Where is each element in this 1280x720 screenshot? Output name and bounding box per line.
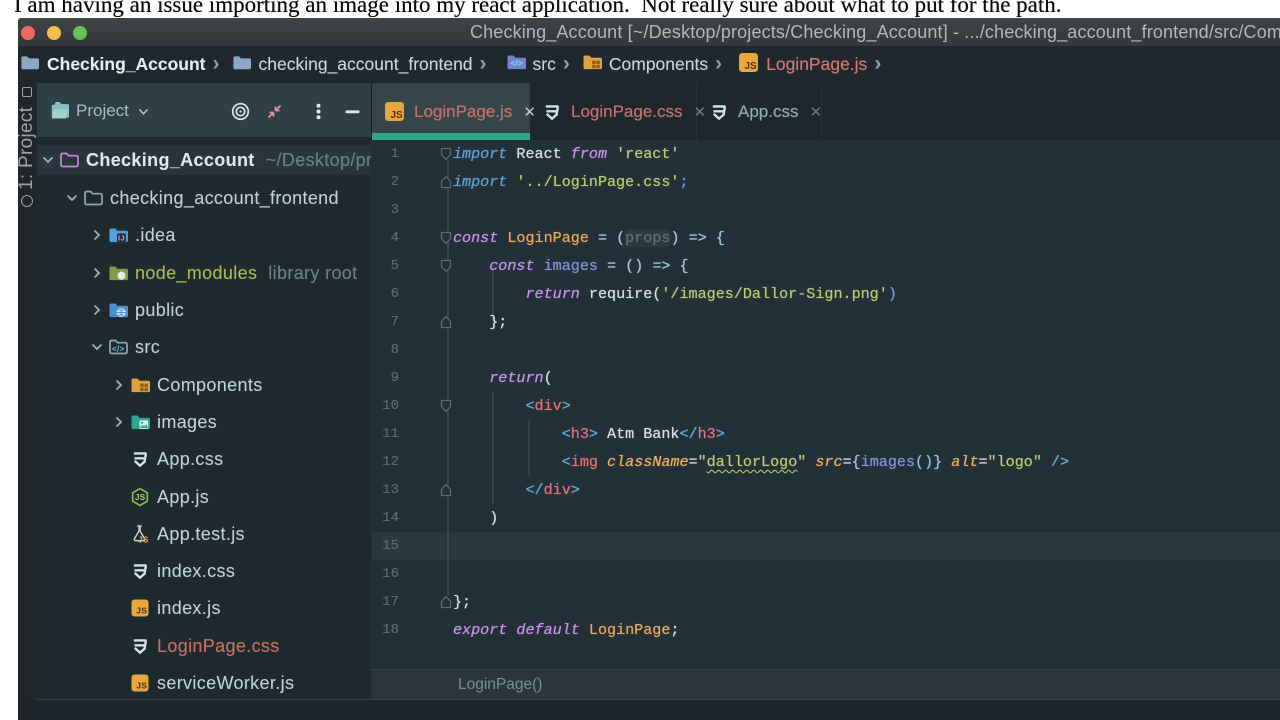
svg-text:JS: JS bbox=[136, 606, 147, 616]
svg-text:</>: </> bbox=[510, 58, 522, 68]
svg-text:IJ: IJ bbox=[118, 233, 125, 242]
svg-text:JS: JS bbox=[745, 60, 758, 71]
svg-text:JS: JS bbox=[390, 110, 403, 121]
svg-text:JS: JS bbox=[138, 536, 149, 544]
svg-text:JS: JS bbox=[136, 681, 147, 691]
svg-text:JS: JS bbox=[135, 493, 146, 502]
svg-text:</>: </> bbox=[112, 345, 125, 354]
